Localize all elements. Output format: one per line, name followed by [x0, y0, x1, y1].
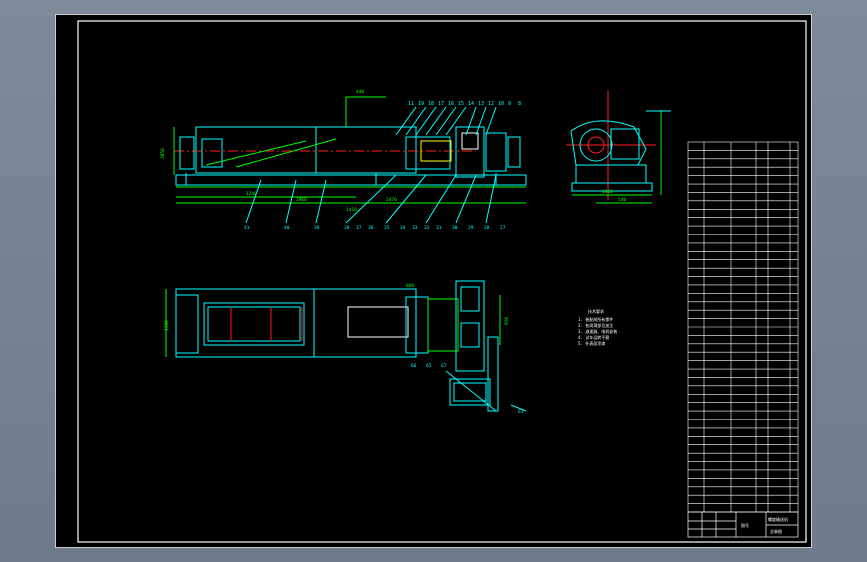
- elevation-bottom-labels: 41 40 39 38 37 36 35 34 33 32 31 30 29 2…: [244, 225, 506, 231]
- notes-line: 2. 各润滑部位加注: [578, 322, 613, 328]
- elevation-label: 28: [484, 225, 490, 231]
- elevation-balloon: 14: [468, 101, 474, 107]
- elevation-balloon: 8: [518, 101, 521, 107]
- elevation-balloon: 15: [458, 101, 464, 107]
- elevation-balloon: 17: [438, 101, 444, 107]
- side-view: [566, 90, 671, 204]
- notes-line: 3. 减速器、电机安装: [578, 328, 617, 334]
- notes-line: 1. 装配前所有零件: [578, 316, 613, 322]
- plan-view: [165, 280, 527, 412]
- cad-viewport[interactable]: 11 19 18 17 16 15 14 13 12 10 9 8 41 40 …: [55, 14, 812, 548]
- elevation-label: 41: [244, 225, 250, 231]
- elevation-label: 35: [384, 225, 390, 231]
- elevation-label: 37: [356, 225, 362, 231]
- drawing-code: 图号: [741, 522, 749, 528]
- elevation-label: 30: [452, 225, 458, 231]
- elevation-balloon: 16: [448, 101, 454, 107]
- drawing-sub: 总装图: [770, 528, 782, 534]
- elevation-balloon: 13: [478, 101, 484, 107]
- plan-label: 65: [426, 363, 432, 369]
- dim-text: 860: [406, 283, 414, 289]
- dim-text: 1410: [346, 207, 357, 213]
- elevation-label: 39: [314, 225, 320, 231]
- elevation-label: 32: [424, 225, 430, 231]
- plan-label: 61: [518, 409, 524, 415]
- dim-text: 1390: [164, 320, 170, 331]
- elevation-balloon: 9: [508, 101, 511, 107]
- dim-text: 1060: [602, 189, 613, 195]
- elevation-label: 27: [500, 225, 506, 231]
- elevation-balloon: 18: [428, 101, 434, 107]
- drawing-frame: [77, 20, 807, 543]
- dim-text: 1240: [246, 191, 257, 197]
- technical-notes: 技术要求 1. 装配前所有零件 2. 各润滑部位加注 3. 减速器、电机安装 4…: [578, 308, 617, 346]
- dim-text: 540: [618, 197, 626, 203]
- elevation-label: 38: [344, 225, 350, 231]
- elevation-label: 33: [412, 225, 418, 231]
- elevation-balloons: 11 19 18 17 16 15 14 13 12 10 9 8: [408, 101, 521, 107]
- notes-line: 5. 外表面涂漆: [578, 340, 605, 346]
- dim-text: 440: [356, 89, 364, 95]
- elevation-balloon: 12: [488, 101, 494, 107]
- notes-line: 4. 试车运转平稳: [578, 334, 609, 340]
- elevation-balloon: 11: [408, 101, 414, 107]
- elevation-balloon: 10: [498, 101, 504, 107]
- elevation-label: 31: [436, 225, 442, 231]
- plan-label: 66: [411, 363, 417, 369]
- drawing-canvas: 11 19 18 17 16 15 14 13 12 10 9 8 41 40 …: [77, 20, 807, 543]
- dim-text: 950: [504, 317, 510, 325]
- notes-header: 技术要求: [588, 308, 604, 314]
- elevation-label: 40: [284, 225, 290, 231]
- dim-text: 1960: [296, 197, 307, 203]
- plan-label: 67: [441, 363, 447, 369]
- parts-table: [687, 141, 799, 513]
- elevation-label: 34: [400, 225, 406, 231]
- dim-text: 2470: [386, 197, 397, 203]
- elevation-view: [173, 96, 527, 224]
- elevation-label: 29: [468, 225, 474, 231]
- elevation-label: 36: [368, 225, 374, 231]
- elevation-balloon: 19: [418, 101, 424, 107]
- dim-text: 2050: [160, 148, 166, 159]
- drawing-name: 螺旋输送机: [768, 516, 788, 522]
